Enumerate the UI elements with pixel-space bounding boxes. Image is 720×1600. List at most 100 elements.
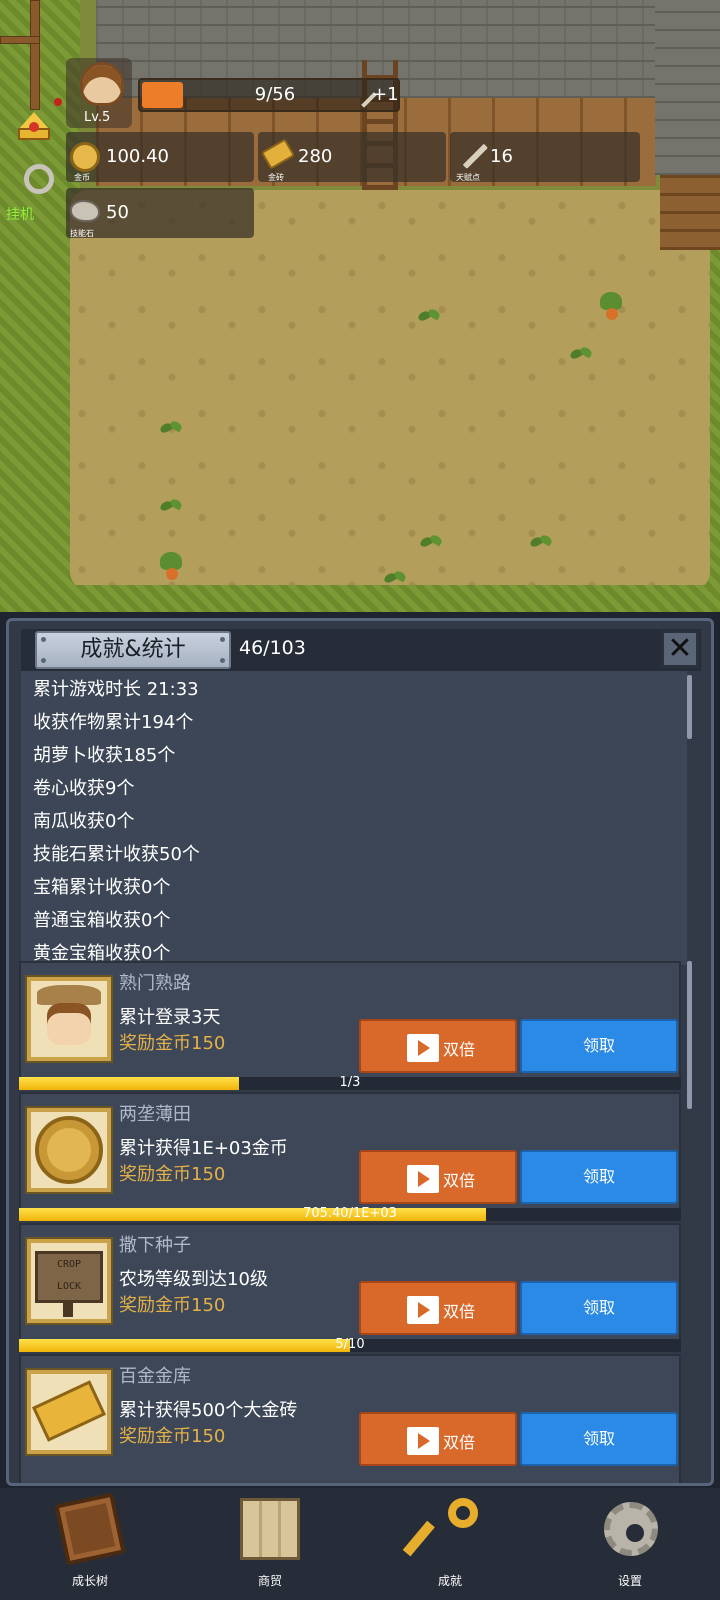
stats-scrollbar[interactable] [687, 675, 692, 739]
resource-skill-stone[interactable]: 50 技能石 [66, 188, 254, 238]
notification-dot [54, 98, 62, 106]
key-icon[interactable] [24, 164, 54, 194]
achievement-name: 两垄薄田 [119, 1104, 191, 1125]
stat-item: 南瓜收获0个 [33, 811, 135, 832]
achievement-desc: 累计获得500个大金砖 [119, 1400, 298, 1421]
close-icon: ✕ [667, 631, 693, 666]
achievement-reward: 奖励金币150 [119, 1295, 226, 1316]
gold-brick-caption: 金砖 [268, 173, 284, 182]
stat-item: 卷心收获9个 [33, 778, 135, 799]
key-icon [402, 1498, 480, 1560]
crop-carrot[interactable] [158, 552, 184, 584]
stat-item: 胡萝卜收获185个 [33, 745, 176, 766]
achievement-progress-text: 705.40/1E+03 [303, 1206, 397, 1221]
close-button[interactable]: ✕ [661, 630, 699, 668]
nav-growth-tree[interactable]: 成长树 [20, 1488, 160, 1600]
nav-label: 设置 [617, 1574, 642, 1588]
achievement-desc: 累计登录3天 [119, 1007, 221, 1028]
grass-border-bottom [0, 585, 720, 612]
panel-header: 成就&统计 46/103 ✕ [21, 629, 701, 671]
double-reward-button[interactable]: 双倍 [359, 1412, 517, 1466]
shed-wall [660, 175, 720, 250]
exp-bonus: +1 [372, 84, 399, 105]
talent-points-caption: 天赋点 [456, 173, 480, 182]
fence-post [30, 0, 40, 110]
coin-icon [27, 1108, 111, 1192]
crown-icon[interactable] [14, 108, 54, 144]
stat-item: 累计游戏时长 21:33 [33, 679, 199, 700]
crop-lock-sign-icon: CROP LOCK [27, 1239, 111, 1323]
gold-brick-icon [260, 138, 296, 170]
nav-settings[interactable]: 设置 [560, 1488, 700, 1600]
idle-button[interactable]: 挂机 [6, 204, 34, 224]
achievement-card: 两垄薄田 累计获得1E+03金币 奖励金币150 双倍 领取 [19, 1092, 681, 1210]
panel-title: 成就&统计 [80, 637, 186, 662]
exp-text: 9/56 [254, 84, 296, 105]
achievement-progress-bar: 1/3 [19, 1075, 681, 1090]
shed-roof [655, 0, 720, 175]
bottom-nav: 成长树 商贸 成就 设置 [0, 1488, 720, 1600]
achievement-card: 熟门熟路 累计登录3天 奖励金币150 双倍 领取 [19, 961, 681, 1079]
achievement-panel: 成就&统计 46/103 ✕ 累计游戏时长 21:33 收获作物累计194个 胡… [6, 618, 714, 1486]
exp-bar-fill [142, 82, 183, 108]
crop-sprout[interactable] [530, 532, 552, 554]
achievement-name: 熟门熟路 [119, 973, 191, 994]
talent-points-value: 16 [490, 146, 513, 167]
panel-title-plate: 成就&统计 [35, 631, 231, 669]
achievement-name: 撒下种子 [119, 1235, 191, 1256]
farm-field[interactable] [70, 190, 710, 590]
achievement-name: 百金金库 [119, 1366, 191, 1387]
stat-item: 收获作物累计194个 [33, 712, 194, 733]
gold-bar-icon [27, 1370, 111, 1454]
achievement-progress-text: 1/3 [339, 1075, 361, 1090]
gold-brick-value: 280 [298, 146, 333, 167]
skill-stone-caption: 技能石 [70, 229, 94, 238]
resource-gold-brick[interactable]: 280 金砖 [258, 132, 446, 182]
crop-sprout[interactable] [160, 418, 182, 440]
achievements-scrollbar[interactable] [687, 961, 692, 1109]
video-play-icon [407, 1427, 439, 1455]
achievement-reward: 奖励金币150 [119, 1426, 226, 1447]
nav-achievements[interactable]: 成就 [380, 1488, 520, 1600]
achievement-reward: 奖励金币150 [119, 1164, 226, 1185]
book-icon [54, 1492, 126, 1566]
crop-sprout[interactable] [570, 344, 592, 366]
achievement-desc: 农场等级到达10级 [119, 1269, 268, 1290]
skill-stone-value: 50 [106, 202, 129, 223]
claim-button[interactable]: 领取 [520, 1019, 678, 1073]
nav-trade[interactable]: 商贸 [200, 1488, 340, 1600]
stat-item: 技能石累计收获50个 [33, 844, 200, 865]
crop-sprout[interactable] [384, 568, 406, 590]
nav-label: 商贸 [257, 1574, 282, 1588]
crop-carrot[interactable] [598, 292, 624, 324]
player-avatar[interactable] [80, 62, 124, 106]
resource-talent-points[interactable]: 16 天赋点 [449, 130, 640, 182]
resource-gold-coin[interactable]: 100.40 金币 [66, 132, 254, 182]
claim-button[interactable]: 领取 [520, 1150, 678, 1204]
stat-item: 普通宝箱收获0个 [33, 910, 171, 931]
coin-icon [70, 142, 100, 172]
crop-sprout[interactable] [418, 306, 440, 328]
gear-icon [604, 1502, 658, 1556]
achievement-progress-bar: 5/10 [19, 1337, 681, 1352]
achievement-reward: 奖励金币150 [119, 1033, 226, 1054]
gold-coin-value: 100.40 [106, 146, 169, 167]
achievement-count: 46/103 [239, 637, 306, 659]
stats-list[interactable]: 累计游戏时长 21:33 收获作物累计194个 胡萝卜收获185个 卷心收获9个… [21, 671, 687, 965]
cowboy-icon [27, 977, 111, 1061]
achievement-progress-bar: 705.40/1E+03 [19, 1206, 681, 1221]
achievement-card: CROP LOCK 撒下种子 农场等级到达10级 奖励金币150 双倍 领取 [19, 1223, 681, 1341]
video-play-icon [407, 1165, 439, 1193]
claim-button[interactable]: 领取 [520, 1412, 678, 1466]
gold-coin-caption: 金币 [74, 173, 90, 182]
nav-label: 成就 [437, 1574, 462, 1588]
skill-stone-icon [70, 200, 100, 222]
stat-item: 宝箱累计收获0个 [33, 877, 171, 898]
crop-sprout[interactable] [420, 532, 442, 554]
crop-sprout[interactable] [160, 496, 182, 518]
double-reward-button[interactable]: 双倍 [359, 1019, 517, 1073]
nav-label: 成长树 [71, 1574, 108, 1588]
double-reward-button[interactable]: 双倍 [359, 1150, 517, 1204]
claim-button[interactable]: 领取 [520, 1281, 678, 1335]
double-reward-button[interactable]: 双倍 [359, 1281, 517, 1335]
